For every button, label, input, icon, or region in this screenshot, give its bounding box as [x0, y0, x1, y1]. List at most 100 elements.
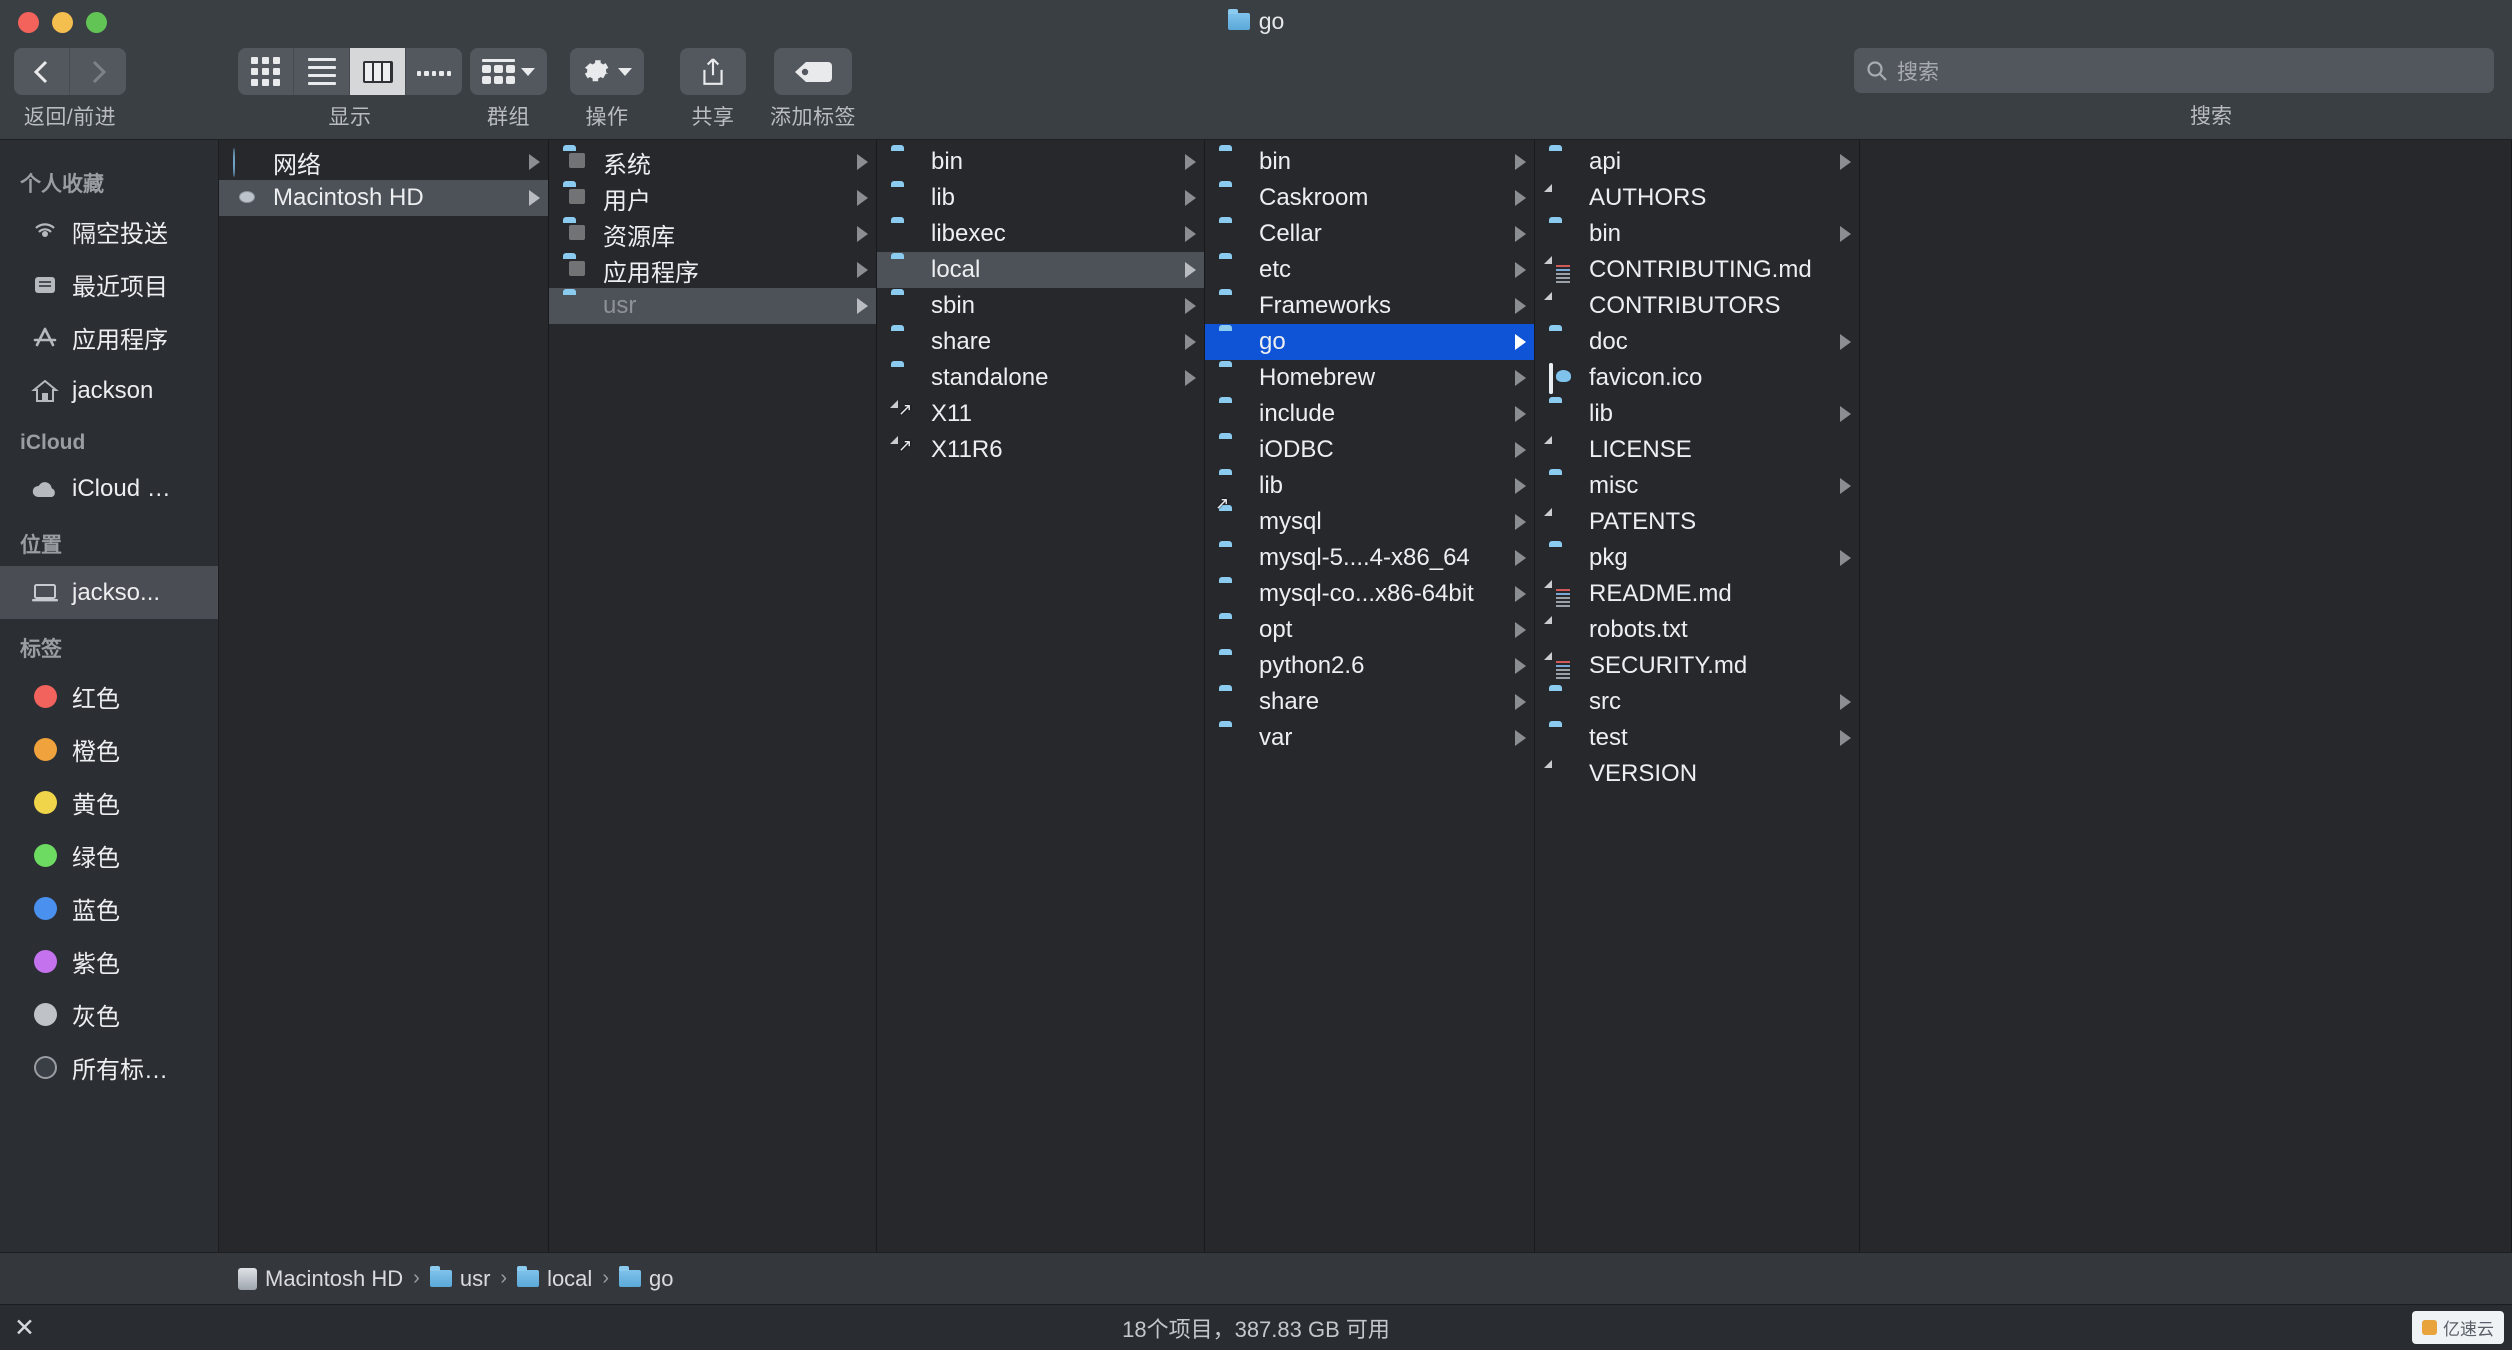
disclosure-arrow-icon[interactable] — [1515, 262, 1526, 278]
file-row[interactable]: usr — [549, 288, 876, 324]
file-row[interactable]: bin — [1205, 144, 1534, 180]
disclosure-arrow-icon[interactable] — [1515, 406, 1526, 422]
file-row[interactable]: include — [1205, 396, 1534, 432]
icon-view-button[interactable] — [238, 48, 294, 95]
file-row[interactable]: iODBC — [1205, 432, 1534, 468]
sidebar-item-应用程序[interactable]: 应用程序 — [0, 311, 218, 364]
sidebar-item-红色[interactable]: 红色 — [0, 670, 218, 723]
file-row[interactable]: README.md — [1535, 576, 1859, 612]
disclosure-arrow-icon[interactable] — [857, 262, 868, 278]
file-row[interactable]: 用户 — [549, 180, 876, 216]
file-row[interactable]: robots.txt — [1535, 612, 1859, 648]
breadcrumb-local[interactable]: local — [517, 1266, 592, 1292]
file-row[interactable]: bin — [1535, 216, 1859, 252]
disclosure-arrow-icon[interactable] — [1185, 298, 1196, 314]
file-row[interactable]: sbin — [877, 288, 1204, 324]
file-row[interactable]: X11 — [877, 396, 1204, 432]
breadcrumb-macintosh-hd[interactable]: Macintosh HD — [238, 1266, 403, 1292]
forward-button[interactable] — [70, 48, 126, 95]
file-row[interactable]: share — [1205, 684, 1534, 720]
file-row[interactable]: 资源库 — [549, 216, 876, 252]
sidebar-item-所有标…[interactable]: 所有标… — [0, 1041, 218, 1094]
column-view-button[interactable] — [350, 48, 406, 95]
disclosure-arrow-icon[interactable] — [1840, 550, 1851, 566]
disclosure-arrow-icon[interactable] — [1840, 478, 1851, 494]
disclosure-arrow-icon[interactable] — [1840, 406, 1851, 422]
file-row[interactable]: api — [1535, 144, 1859, 180]
file-row[interactable]: 系统 — [549, 144, 876, 180]
file-row[interactable]: opt — [1205, 612, 1534, 648]
disclosure-arrow-icon[interactable] — [1185, 154, 1196, 170]
file-row[interactable]: SECURITY.md — [1535, 648, 1859, 684]
close-x-icon[interactable]: ✕ — [14, 1313, 35, 1343]
disclosure-arrow-icon[interactable] — [1515, 334, 1526, 350]
file-row[interactable]: standalone — [877, 360, 1204, 396]
add-tag-button[interactable] — [774, 48, 852, 95]
disclosure-arrow-icon[interactable] — [1840, 730, 1851, 746]
sidebar-item-绿色[interactable]: 绿色 — [0, 829, 218, 882]
sidebar-item-黄色[interactable]: 黄色 — [0, 776, 218, 829]
sidebar-item-jackso...[interactable]: jackso... — [0, 566, 218, 619]
breadcrumb-usr[interactable]: usr — [429, 1266, 490, 1292]
file-row[interactable]: local — [877, 252, 1204, 288]
sidebar-item-紫色[interactable]: 紫色 — [0, 935, 218, 988]
sidebar-item-橙色[interactable]: 橙色 — [0, 723, 218, 776]
sidebar-item-最近项目[interactable]: 最近项目 — [0, 258, 218, 311]
back-button[interactable] — [14, 48, 70, 95]
file-row[interactable]: Homebrew — [1205, 360, 1534, 396]
view-segmented[interactable] — [238, 48, 462, 95]
file-row[interactable]: python2.6 — [1205, 648, 1534, 684]
disclosure-arrow-icon[interactable] — [1840, 334, 1851, 350]
file-row[interactable]: src — [1535, 684, 1859, 720]
file-row[interactable]: etc — [1205, 252, 1534, 288]
action-button[interactable] — [570, 48, 644, 95]
file-row[interactable]: Caskroom — [1205, 180, 1534, 216]
nav-segmented[interactable] — [14, 48, 126, 95]
disclosure-arrow-icon[interactable] — [857, 154, 868, 170]
file-row[interactable]: VERSION — [1535, 756, 1859, 792]
disclosure-arrow-icon[interactable] — [1515, 550, 1526, 566]
disclosure-arrow-icon[interactable] — [1515, 442, 1526, 458]
file-row[interactable]: X11R6 — [877, 432, 1204, 468]
file-row[interactable]: doc — [1535, 324, 1859, 360]
gallery-view-button[interactable] — [406, 48, 462, 95]
file-row[interactable]: PATENTS — [1535, 504, 1859, 540]
sidebar-item-灰色[interactable]: 灰色 — [0, 988, 218, 1041]
file-row[interactable]: Macintosh HD — [219, 180, 548, 216]
file-row[interactable]: pkg — [1535, 540, 1859, 576]
disclosure-arrow-icon[interactable] — [1840, 226, 1851, 242]
disclosure-arrow-icon[interactable] — [1515, 586, 1526, 602]
sidebar-item-蓝色[interactable]: 蓝色 — [0, 882, 218, 935]
file-row[interactable]: CONTRIBUTING.md — [1535, 252, 1859, 288]
file-row[interactable]: test — [1535, 720, 1859, 756]
file-row[interactable]: go — [1205, 324, 1534, 360]
file-row[interactable]: Cellar — [1205, 216, 1534, 252]
search-field[interactable]: 搜索 — [1854, 48, 2494, 93]
file-row[interactable]: bin — [877, 144, 1204, 180]
file-row[interactable]: 应用程序 — [549, 252, 876, 288]
disclosure-arrow-icon[interactable] — [1840, 694, 1851, 710]
disclosure-arrow-icon[interactable] — [1515, 154, 1526, 170]
file-row[interactable]: 网络 — [219, 144, 548, 180]
disclosure-arrow-icon[interactable] — [1515, 370, 1526, 386]
disclosure-arrow-icon[interactable] — [1515, 730, 1526, 746]
file-row[interactable]: misc — [1535, 468, 1859, 504]
disclosure-arrow-icon[interactable] — [529, 154, 540, 170]
disclosure-arrow-icon[interactable] — [1185, 262, 1196, 278]
disclosure-arrow-icon[interactable] — [1515, 658, 1526, 674]
disclosure-arrow-icon[interactable] — [857, 190, 868, 206]
breadcrumb-go[interactable]: go — [618, 1266, 673, 1292]
file-row[interactable]: mysql-co...x86-64bit — [1205, 576, 1534, 612]
file-row[interactable]: lib — [877, 180, 1204, 216]
file-row[interactable]: LICENSE — [1535, 432, 1859, 468]
share-button[interactable] — [680, 48, 746, 95]
disclosure-arrow-icon[interactable] — [857, 226, 868, 242]
disclosure-arrow-icon[interactable] — [529, 190, 540, 206]
file-row[interactable]: AUTHORS — [1535, 180, 1859, 216]
disclosure-arrow-icon[interactable] — [1515, 478, 1526, 494]
file-row[interactable]: CONTRIBUTORS — [1535, 288, 1859, 324]
sidebar-item-icloud-…[interactable]: iCloud … — [0, 462, 218, 515]
file-row[interactable]: lib — [1205, 468, 1534, 504]
disclosure-arrow-icon[interactable] — [1185, 334, 1196, 350]
file-row[interactable]: Frameworks — [1205, 288, 1534, 324]
